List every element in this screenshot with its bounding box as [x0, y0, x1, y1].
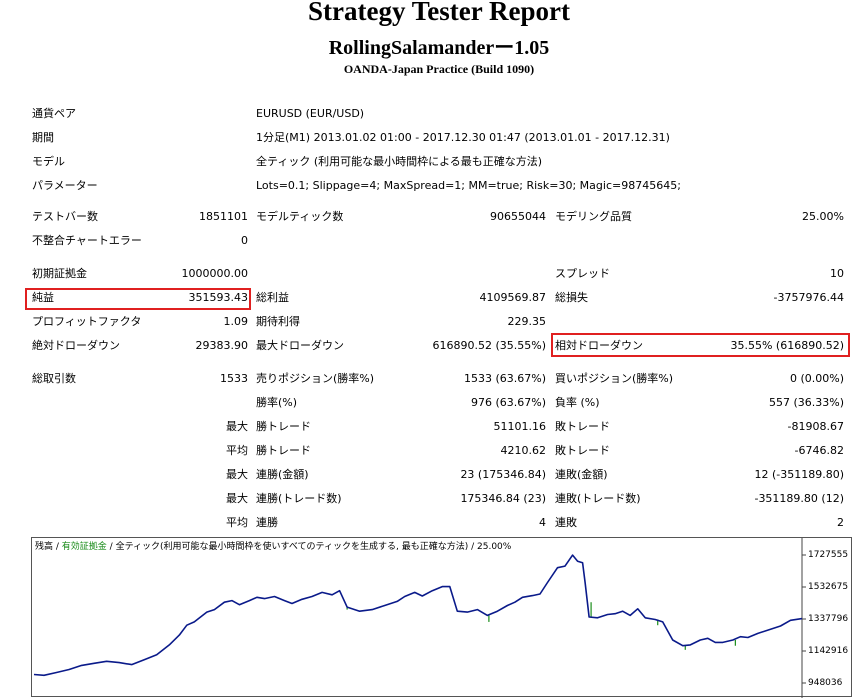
- average-loss-label: 敗トレード: [555, 444, 610, 457]
- avg-consec-win-label: 連勝: [256, 516, 278, 529]
- period-label: 期間: [32, 131, 54, 144]
- legend-sep-2: /: [106, 542, 116, 552]
- net-profit-label: 純益: [32, 291, 54, 304]
- model-value: 全ティック (利用可能な最小時間枠による最も正確な方法): [256, 155, 543, 168]
- spread-value: 10: [830, 267, 844, 280]
- model-label: モデル: [32, 155, 65, 168]
- gross-loss-value: -3757976.44: [773, 291, 844, 304]
- avg-consec-loss-value: 2: [837, 516, 844, 529]
- gross-loss-label: 総損失: [555, 291, 588, 304]
- max-consec-count-prefix: 最大: [226, 492, 248, 505]
- params-label: パラメーター: [32, 179, 98, 192]
- loss-rate-label: 負率 (%): [555, 396, 600, 409]
- deposit-value: 1000000.00: [181, 267, 248, 280]
- errors-value: 0: [241, 234, 248, 247]
- average-loss-value: -6746.82: [794, 444, 844, 457]
- legend-sep-3: /: [468, 542, 478, 552]
- expected-payoff-label: 期待利得: [256, 315, 300, 328]
- avg-consec-win-value: 4: [539, 516, 546, 529]
- max-consec-loss-count-label: 連敗(トレード数): [555, 492, 641, 505]
- legend-equity: 有効証拠金: [61, 542, 107, 552]
- legend-balance: 残高: [35, 542, 54, 552]
- y-tick-label: 948036: [808, 678, 843, 688]
- max-consec-loss-money-value: 12 (-351189.80): [754, 468, 844, 481]
- report-subtitle: RollingSalamanderー1.05: [328, 37, 550, 59]
- loss-rate-value: 557 (36.33%): [768, 396, 844, 409]
- params-value: Lots=0.1; Slippage=4; MaxSpread=1; MM=tr…: [256, 179, 681, 192]
- long-positions-value: 0 (0.00%): [789, 372, 844, 385]
- balance-series-line: [33, 554, 803, 677]
- legend-quality: 25.00%: [477, 542, 512, 552]
- max-drawdown-label: 最大ドローダウン: [256, 339, 344, 352]
- win-rate-value: 976 (63.67%): [470, 396, 546, 409]
- y-tick-label: 1727555: [808, 550, 849, 560]
- short-positions-value: 1533 (63.67%): [463, 372, 546, 385]
- legend-sep-1: /: [53, 542, 62, 552]
- largest-loss-label: 敗トレード: [555, 420, 610, 433]
- average-prefix: 平均: [226, 444, 248, 457]
- gross-profit-label: 総利益: [256, 291, 289, 304]
- relative-drawdown-value: 35.55% (616890.52): [730, 339, 844, 352]
- absolute-drawdown-value: 29383.90: [195, 339, 249, 352]
- win-rate-label: 勝率(%): [256, 396, 298, 409]
- bars-label: テストバー数: [32, 210, 98, 223]
- report-build: OANDA-Japan Practice (Build 1090): [343, 62, 535, 76]
- max-drawdown-value: 616890.52 (35.55%): [432, 339, 546, 352]
- average-win-label: 勝トレード: [256, 444, 311, 457]
- short-positions-label: 売りポジション(勝率%): [256, 372, 375, 385]
- expected-payoff-value: 229.35: [507, 315, 547, 328]
- net-profit-value: 351593.43: [188, 291, 249, 304]
- max-consec-money-prefix: 最大: [226, 468, 248, 481]
- largest-prefix: 最大: [226, 420, 248, 433]
- spread-label: スプレッド: [555, 267, 610, 280]
- average-win-value: 4210.62: [500, 444, 547, 457]
- balance-chart-svg: [33, 538, 806, 698]
- errors-label: 不整合チャートエラー: [32, 234, 142, 247]
- symbol-label: 通貨ペア: [32, 107, 76, 120]
- y-tick-label: 1532675: [808, 582, 849, 592]
- period-value: 1分足(M1) 2013.01.02 01:00 - 2017.12.30 01…: [256, 131, 670, 144]
- chart-legend: 残高 / 有効証拠金 / 全ティック(利用可能な最小時間枠を使いすべてのティック…: [35, 542, 511, 553]
- ticks-label: モデルティック数: [256, 210, 344, 223]
- quality-value: 25.00%: [802, 210, 844, 223]
- relative-drawdown-label: 相対ドローダウン: [555, 339, 643, 352]
- largest-win-value: 51101.16: [493, 420, 547, 433]
- max-consec-win-money-value: 23 (175346.84): [460, 468, 546, 481]
- total-trades-label: 総取引数: [32, 372, 76, 385]
- max-consec-loss-count-value: -351189.80 (12): [754, 492, 844, 505]
- max-consec-loss-money-label: 連敗(金額): [555, 468, 608, 481]
- deposit-label: 初期証拠金: [32, 267, 87, 280]
- max-consec-win-count-value: 175346.84 (23): [460, 492, 546, 505]
- largest-loss-value: -81908.67: [787, 420, 844, 433]
- absolute-drawdown-label: 絶対ドローダウン: [32, 339, 120, 352]
- bars-value: 1851101: [199, 210, 248, 223]
- avg-consec-prefix: 平均: [226, 516, 248, 529]
- max-consec-win-money-label: 連勝(金額): [256, 468, 309, 481]
- y-tick-label: 1337796: [808, 614, 849, 624]
- report-title: Strategy Tester Report: [308, 0, 570, 26]
- largest-win-label: 勝トレード: [256, 420, 311, 433]
- profit-factor-label: プロフィットファクタ: [32, 315, 142, 328]
- gross-profit-value: 4109569.87: [479, 291, 546, 304]
- profit-factor-value: 1.09: [223, 315, 249, 328]
- y-tick-label: 1142916: [808, 646, 849, 656]
- quality-label: モデリング品質: [555, 210, 632, 223]
- symbol-value: EURUSD (EUR/USD): [256, 107, 365, 120]
- long-positions-label: 買いポジション(勝率%): [555, 372, 674, 385]
- avg-consec-loss-label: 連敗: [555, 516, 577, 529]
- total-trades-value: 1533: [220, 372, 248, 385]
- ticks-value: 90655044: [490, 210, 546, 223]
- max-consec-win-count-label: 連勝(トレード数): [256, 492, 342, 505]
- balance-chart: 残高 / 有効証拠金 / 全ティック(利用可能な最小時間枠を使いすべてのティック…: [31, 537, 852, 698]
- legend-model: 全ティック(利用可能な最小時間枠を使いすべてのティックを生成する, 最も正確な方…: [115, 542, 469, 552]
